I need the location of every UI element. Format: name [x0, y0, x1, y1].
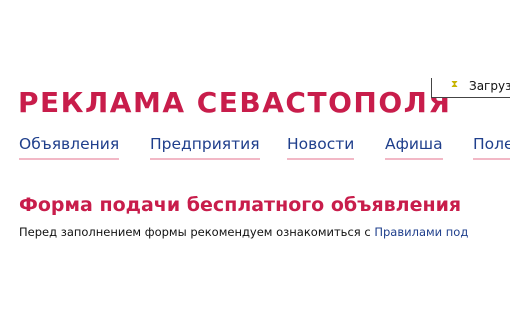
loading-indicator: ⧗ Загруз	[431, 78, 510, 98]
page: РЕКЛАМА СЕВАСТОПОЛЯ ⧗ Загруз Объявления …	[0, 0, 510, 334]
nav-item-companies[interactable]: Предприятия	[150, 132, 260, 160]
rules-link[interactable]: Правилами под	[374, 225, 468, 239]
main-nav: Объявления Предприятия Новости Афиша Пол…	[0, 132, 510, 164]
form-title: Форма подачи бесплатного объявления	[19, 194, 462, 216]
intro-text: Перед заполнением формы рекомендуем озна…	[19, 225, 375, 239]
nav-item-ads[interactable]: Объявления	[19, 132, 120, 160]
nav-item-news[interactable]: Новости	[287, 132, 355, 160]
nav-item-events[interactable]: Афиша	[385, 132, 443, 160]
nav-item-more[interactable]: Поле	[473, 132, 510, 160]
intro-text-block: Перед заполнением формы рекомендуем озна…	[19, 224, 468, 240]
loading-text: Загруз	[469, 79, 510, 93]
site-logo-title[interactable]: РЕКЛАМА СЕВАСТОПОЛЯ	[18, 86, 451, 120]
hourglass-icon: ⧗	[451, 79, 459, 90]
